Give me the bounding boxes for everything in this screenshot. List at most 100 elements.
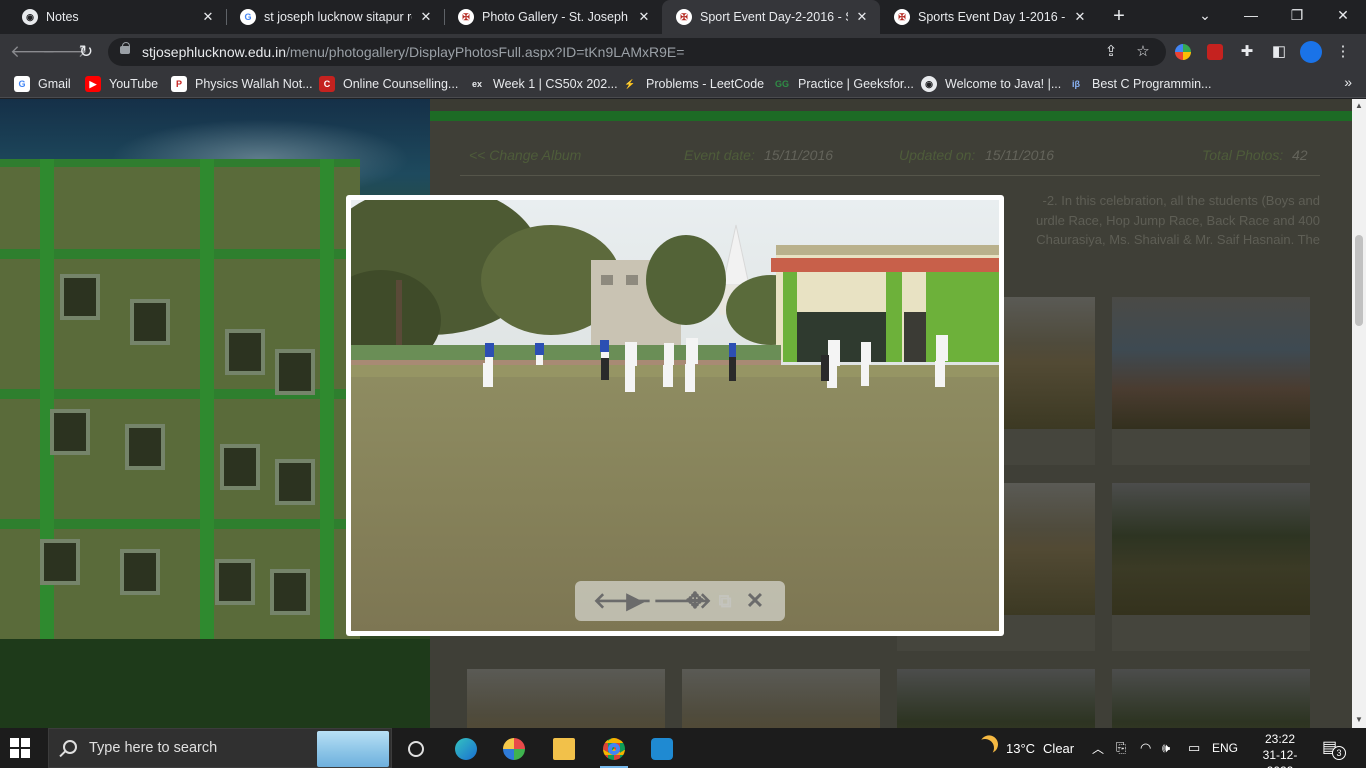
- system-clock[interactable]: 23:22 31-12-2022: [1252, 731, 1308, 768]
- scroll-down-arrow-icon[interactable]: ▼: [1355, 715, 1363, 724]
- vscode-icon[interactable]: [642, 732, 682, 766]
- next-icon[interactable]: 🡒: [653, 589, 712, 613]
- tab-notes[interactable]: ◉ Notes ✕: [8, 0, 226, 34]
- bookmark-label: Gmail: [38, 77, 71, 91]
- event-date-label: Event date:: [684, 147, 755, 163]
- bookmark-label: Problems - LeetCode: [646, 77, 765, 91]
- tab-sports-event-day-1[interactable]: ✠ Sports Event Day 1-2016 - St ✕: [880, 0, 1098, 34]
- extensions-puzzle-icon[interactable]: ✚: [1236, 41, 1258, 63]
- change-album-link[interactable]: << Change Album: [469, 147, 581, 163]
- bookmark-label: Best C Programmin...: [1092, 77, 1212, 91]
- bookmarks-bar: G Gmail ▶ YouTube P Physics Wallah Not..…: [0, 70, 1366, 98]
- bookmark-physics-wallah[interactable]: P Physics Wallah Not...: [171, 74, 313, 94]
- paint-icon[interactable]: [494, 732, 534, 766]
- close-icon[interactable]: ✕: [418, 9, 434, 25]
- cortana-icon[interactable]: [396, 732, 436, 766]
- search-highlight-image: [317, 731, 389, 767]
- lightbox-photo[interactable]: 🡐 ▶ 🡒 ✥ ⧉ ✕: [351, 200, 999, 631]
- photo-thumbnail[interactable]: [897, 669, 1095, 728]
- minimize-button[interactable]: —: [1228, 0, 1274, 32]
- bookmark-leetcode[interactable]: ⚡ Problems - LeetCode: [622, 74, 764, 94]
- bookmark-label: Physics Wallah Not...: [195, 77, 313, 91]
- bookmarks-overflow-button[interactable]: »: [1344, 74, 1352, 90]
- close-icon[interactable]: ✕: [1072, 9, 1088, 25]
- ib-icon: iβ: [1068, 76, 1084, 92]
- search-placeholder: Type here to search: [89, 740, 218, 756]
- chevron-up-icon[interactable]: ︿: [1092, 728, 1104, 768]
- lock-icon[interactable]: [120, 42, 130, 54]
- forward-button[interactable]: 🡒: [42, 40, 88, 64]
- wifi-icon[interactable]: ◠: [1140, 728, 1151, 768]
- battery-icon[interactable]: ▭: [1188, 728, 1200, 768]
- bookmark-gmail[interactable]: G Gmail: [14, 74, 71, 94]
- updated-on-label: Updated on:: [899, 147, 976, 163]
- fullsize-icon[interactable]: ⧉: [713, 589, 737, 613]
- google-icon: G: [240, 9, 256, 25]
- page-scrollbar[interactable]: ▲ ▼: [1352, 99, 1366, 728]
- photo-lightbox: 🡐 ▶ 🡒 ✥ ⧉ ✕: [346, 195, 1004, 636]
- back-button[interactable]: 🡐: [10, 40, 56, 64]
- bookmark-best-c[interactable]: iβ Best C Programmin...: [1068, 74, 1211, 94]
- tab-photo-gallery[interactable]: ✠ Photo Gallery - St. Joseph Co ✕: [444, 0, 662, 34]
- counselling-icon: C: [319, 76, 335, 92]
- play-icon[interactable]: ▶: [623, 589, 647, 613]
- bookmark-geeksforgeeks[interactable]: GG Practice | Geeksfor...: [774, 74, 914, 94]
- scroll-up-arrow-icon[interactable]: ▲: [1355, 101, 1363, 110]
- language-indicator[interactable]: ENG: [1212, 728, 1238, 768]
- side-panel-icon[interactable]: ◧: [1268, 41, 1290, 63]
- share-icon[interactable]: ⇪: [1102, 43, 1120, 61]
- extension-colorful-icon[interactable]: [1172, 41, 1194, 63]
- move-icon[interactable]: ✥: [683, 589, 707, 613]
- reload-button[interactable]: ↻: [74, 40, 98, 64]
- bookmark-star-icon[interactable]: ☆: [1134, 43, 1152, 61]
- search-icon: [63, 740, 77, 754]
- bookmark-label: Welcome to Java! |...: [945, 77, 1062, 91]
- file-explorer-icon[interactable]: [544, 732, 584, 766]
- taskbar-search-box[interactable]: Type here to search: [48, 728, 392, 768]
- photo-thumbnail[interactable]: [1112, 297, 1310, 429]
- previous-icon[interactable]: 🡐: [593, 589, 652, 613]
- pw-icon: P: [171, 76, 187, 92]
- chrome-icon[interactable]: [594, 732, 634, 768]
- address-bar[interactable]: stjosephlucknow.edu.in/menu/photogallery…: [108, 38, 1166, 66]
- network-settings-icon[interactable]: ⎘: [1116, 728, 1126, 768]
- restore-button[interactable]: ❐: [1274, 0, 1320, 32]
- close-window-button[interactable]: ✕: [1320, 0, 1366, 32]
- close-icon[interactable]: ✕: [743, 589, 767, 613]
- tab-search-button[interactable]: ⌄: [1182, 0, 1228, 32]
- url-host: stjosephlucknow.edu.in: [142, 44, 286, 60]
- address-url[interactable]: stjosephlucknow.edu.in/menu/photogallery…: [142, 44, 684, 60]
- scrollbar-thumb[interactable]: [1355, 235, 1363, 326]
- event-date-value: 15/11/2016: [764, 147, 834, 163]
- tab-sport-event-day-2[interactable]: ✠ Sport Event Day-2-2016 - St. ✕: [662, 0, 880, 34]
- profile-avatar[interactable]: [1300, 41, 1322, 63]
- edge-icon[interactable]: [446, 732, 486, 766]
- menu-kebab-icon[interactable]: ⋮: [1332, 41, 1354, 63]
- photo-thumbnail[interactable]: [1112, 483, 1310, 615]
- photo-thumbnail[interactable]: [467, 669, 665, 728]
- bookmark-youtube[interactable]: ▶ YouTube: [85, 74, 158, 94]
- bookmark-online-counselling[interactable]: C Online Counselling...: [319, 74, 458, 94]
- close-icon[interactable]: ✕: [200, 9, 216, 25]
- notification-count-badge: 3: [1332, 746, 1346, 760]
- start-button[interactable]: [10, 738, 30, 758]
- globe-icon: ◉: [921, 76, 937, 92]
- close-icon[interactable]: ✕: [854, 9, 870, 25]
- volume-icon[interactable]: 🕪: [1162, 728, 1170, 768]
- weather-widget[interactable]: 13°C Clear: [976, 728, 1074, 768]
- page-viewport: << Change Album Event date: 15/11/2016 U…: [0, 99, 1352, 728]
- bookmark-cs50x[interactable]: ex Week 1 | CS50x 202...: [469, 74, 618, 94]
- edx-icon: ex: [469, 76, 485, 92]
- bookmark-java[interactable]: ◉ Welcome to Java! |...: [921, 74, 1061, 94]
- divider: [460, 175, 1320, 176]
- tab-google-search[interactable]: G st joseph lucknow sitapur road ✕: [226, 0, 444, 34]
- new-tab-button[interactable]: +: [1108, 6, 1130, 28]
- clock-date: 31-12-2022: [1262, 748, 1298, 768]
- photo-thumbnail[interactable]: [682, 669, 880, 728]
- school-crest-icon: ✠: [894, 9, 910, 25]
- photo-thumbnail[interactable]: [1112, 669, 1310, 728]
- close-icon[interactable]: ✕: [636, 9, 652, 25]
- extension-red-icon[interactable]: [1204, 41, 1226, 63]
- notification-center-icon[interactable]: ▤ 3: [1322, 737, 1346, 760]
- windows-taskbar: Type here to search 13°C Clear ︿ ⎘ ◠ 🕪 ▭…: [0, 728, 1366, 768]
